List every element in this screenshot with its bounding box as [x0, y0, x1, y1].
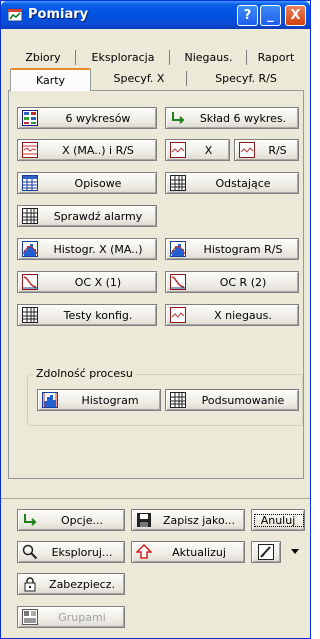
- minimize-label: _: [267, 8, 274, 23]
- x-nongaussian-button[interactable]: X niegaus.: [165, 304, 299, 326]
- explore-label: Eksploruj...: [51, 545, 113, 559]
- six-charts-label: 6 wykresów: [65, 111, 131, 125]
- graph-brush-icon: [258, 544, 274, 560]
- six-charts-icon: [22, 110, 38, 126]
- line-chart-icon: [170, 142, 186, 158]
- histogram-x-ma-button[interactable]: Histogr. X (MA..): [17, 238, 157, 260]
- options-button[interactable]: Opcje...: [17, 509, 125, 531]
- six-charts-button[interactable]: 6 wykresów: [17, 107, 157, 129]
- tab-label: Specyf. R/S: [215, 72, 277, 85]
- cancel-button[interactable]: Anuluj: [251, 509, 305, 531]
- histogram-x-ma-label: Histogr. X (MA..): [53, 242, 143, 256]
- capability-histogram-label: Histogram: [81, 393, 139, 407]
- footer-divider: [1, 498, 310, 499]
- tab-label: Karty: [35, 74, 66, 87]
- tab-label: Zbiory: [25, 51, 61, 64]
- rs-chart-label: R/S: [268, 143, 287, 157]
- help-button[interactable]: ?: [237, 5, 258, 26]
- capability-histogram-button[interactable]: Histogram: [37, 389, 161, 411]
- oc-curve-icon: [170, 274, 186, 290]
- config-tests-button[interactable]: Testy konfig.: [17, 304, 157, 326]
- tab-label: Specyf. X: [113, 72, 165, 85]
- update-label: Aktualizuj: [172, 545, 226, 559]
- tab-eksploracja[interactable]: Eksploracja: [76, 48, 170, 67]
- x-ma-rs-label: X (MA..) i R/S: [62, 143, 134, 157]
- outliers-label: Odstające: [215, 176, 271, 190]
- x-nongaussian-label: X niegaus.: [214, 308, 272, 322]
- title-bar[interactable]: Pomiary ? _ X: [1, 1, 310, 29]
- window-title: Pomiary: [28, 7, 89, 22]
- six-composition-label: Skład 6 wykres.: [199, 111, 287, 125]
- x-chart-button[interactable]: X: [165, 139, 230, 161]
- oc-r2-button[interactable]: OC R (2): [165, 271, 299, 293]
- capability-summary-button[interactable]: Podsumowanie: [165, 389, 299, 411]
- summary-table-icon: [22, 175, 38, 191]
- update-button[interactable]: Aktualizuj: [131, 541, 245, 563]
- groups-label: Grupami: [58, 610, 106, 624]
- grid-table-icon: [22, 208, 38, 224]
- tab-label: Eksploracja: [91, 51, 155, 64]
- oc-curve-icon: [22, 274, 38, 290]
- green-arrow-icon: [24, 514, 37, 526]
- histogram-rs-label: Histogram R/S: [203, 242, 283, 256]
- rs-chart-button[interactable]: R/S: [234, 139, 299, 161]
- floppy-disk-icon: [137, 513, 151, 527]
- tab-niegaus[interactable]: Niegaus.: [170, 48, 247, 67]
- line-chart-icon: [239, 142, 255, 158]
- grid-table-icon: [170, 175, 186, 191]
- composition-arrow-icon: [172, 112, 185, 124]
- red-arrow-up-icon: [136, 544, 152, 559]
- check-alarms-label: Sprawdź alarmy: [53, 209, 143, 223]
- save-as-button[interactable]: Zapisz jako...: [131, 509, 245, 531]
- x-chart-label: X: [204, 143, 213, 157]
- tab-label: Niegaus.: [184, 51, 233, 64]
- histogram-icon: [42, 392, 58, 408]
- process-capability-title: Zdolność procesu: [33, 367, 136, 380]
- dialog-window: Pomiary ? _ X Zbiory Eksploracja Niegaus…: [0, 0, 311, 639]
- chevron-down-icon[interactable]: [288, 544, 302, 558]
- descriptive-label: Opisowe: [74, 176, 122, 190]
- oc-x1-button[interactable]: OC X (1): [17, 271, 157, 293]
- graph-menu-button[interactable]: [251, 541, 281, 563]
- histogram-icon: [170, 241, 186, 257]
- save-as-label: Zapisz jako...: [162, 513, 236, 527]
- magnifier-icon: [22, 544, 38, 560]
- capability-summary-label: Podsumowanie: [201, 393, 285, 407]
- tab-specyf-x[interactable]: Specyf. X: [91, 69, 187, 88]
- outliers-button[interactable]: Odstające: [165, 172, 299, 194]
- explore-button[interactable]: Eksploruj...: [17, 541, 125, 563]
- groups-button: Grupami: [17, 606, 125, 628]
- line-chart-icon: [170, 307, 186, 323]
- close-label: X: [290, 8, 301, 23]
- close-button[interactable]: X: [285, 5, 306, 26]
- grid-table-icon: [22, 307, 38, 323]
- descriptive-button[interactable]: Opisowe: [17, 172, 157, 194]
- tab-specyf-rs[interactable]: Specyf. R/S: [187, 69, 305, 88]
- groups-icon: [22, 609, 38, 625]
- histogram-rs-button[interactable]: Histogram R/S: [165, 238, 299, 260]
- x-ma-rs-button[interactable]: X (MA..) i R/S: [17, 139, 157, 161]
- control-chart-icon: [22, 142, 38, 158]
- cancel-label: Anuluj: [254, 513, 304, 527]
- tab-raport[interactable]: Raport: [247, 48, 305, 67]
- padlock-icon: [24, 577, 36, 592]
- chart-window-icon: [7, 8, 23, 22]
- tab-label: Raport: [257, 51, 295, 64]
- oc-r2-label: OC R (2): [219, 275, 267, 289]
- grid-table-icon: [170, 392, 186, 408]
- minimize-button[interactable]: _: [260, 5, 281, 26]
- histogram-icon: [22, 241, 38, 257]
- six-composition-button[interactable]: Skład 6 wykres.: [165, 107, 299, 129]
- protect-button[interactable]: Zabezpiecz.: [17, 573, 125, 595]
- check-alarms-button[interactable]: Sprawdź alarmy: [17, 205, 157, 227]
- tab-zbiory[interactable]: Zbiory: [10, 48, 76, 67]
- protect-label: Zabezpiecz.: [49, 577, 115, 591]
- tab-karty[interactable]: Karty: [10, 68, 91, 91]
- help-label: ?: [243, 8, 252, 23]
- config-tests-label: Testy konfig.: [63, 308, 133, 322]
- options-label: Opcje...: [60, 513, 103, 527]
- oc-x1-label: OC X (1): [74, 275, 122, 289]
